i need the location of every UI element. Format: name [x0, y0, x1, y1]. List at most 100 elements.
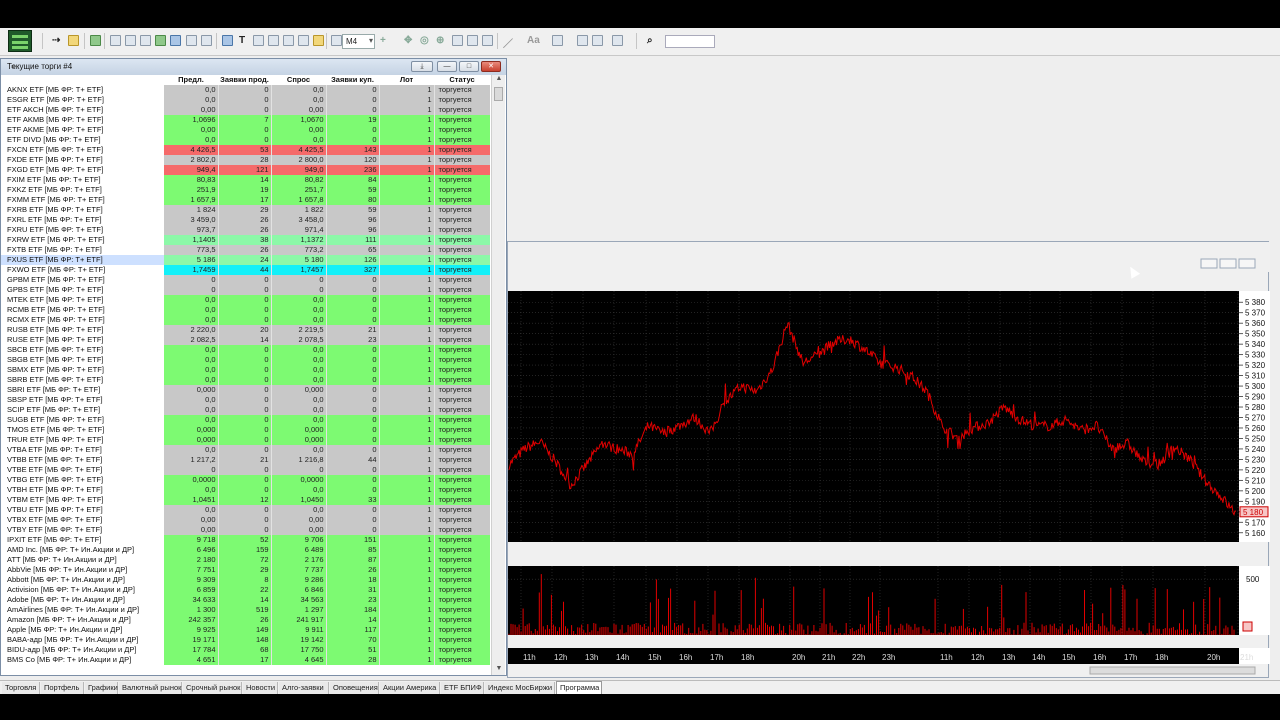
cell-status[interactable]: торгуется	[434, 375, 490, 385]
col-header[interactable]: Лот	[379, 75, 434, 85]
export-icon[interactable]	[186, 35, 197, 46]
cell-ask[interactable]: 0,000	[271, 425, 327, 435]
cell-buy[interactable]: 18	[326, 575, 380, 585]
cell-status[interactable]: торгуется	[434, 385, 490, 395]
cell-ask[interactable]: 1 216,8	[271, 455, 327, 465]
table-row[interactable]: ETF AKMB [МБ ФР: T+ ETF] 1,0696 7 1,0670 19 1…	[1, 115, 490, 125]
cell-lot[interactable]: 1	[379, 525, 435, 535]
cell-lot[interactable]: 1	[379, 275, 435, 285]
table-row[interactable]: FXGD ETF [МБ ФР: T+ ETF] 949,4 121 949,0 236…	[1, 165, 490, 175]
cell-bid[interactable]: 1 824	[164, 205, 219, 215]
cell-ask[interactable]: 0,00	[271, 525, 327, 535]
cell-sell[interactable]: 29	[218, 205, 272, 215]
horizontal-scroll-thumb[interactable]	[1089, 666, 1256, 675]
zoom-icon[interactable]	[170, 35, 181, 46]
cell-buy[interactable]: 0	[326, 275, 380, 285]
table-row[interactable]: FXKZ ETF [МБ ФР: T+ ETF] 251,9 19 251,7 59 1 т…	[1, 185, 490, 195]
pin-icon[interactable]: ⤓	[411, 61, 433, 72]
hand-icon[interactable]	[253, 35, 264, 46]
cell-sell[interactable]: 0	[218, 505, 272, 515]
cell-buy[interactable]: 23	[326, 335, 380, 345]
cell-lot[interactable]: 1	[379, 395, 435, 405]
cell-sell[interactable]: 26	[218, 615, 272, 625]
cell-status[interactable]: торгуется	[434, 565, 490, 575]
cell-buy[interactable]: 0	[326, 415, 380, 425]
cell-buy[interactable]: 0	[326, 305, 380, 315]
font-icon[interactable]: Aa	[527, 35, 540, 46]
cell-sell[interactable]: 0	[218, 375, 272, 385]
quotes-icon[interactable]	[125, 35, 136, 46]
cell-sell[interactable]: 26	[218, 215, 272, 225]
cell-bid[interactable]: 1,7459	[164, 265, 219, 275]
cell-buy[interactable]: 184	[326, 605, 380, 615]
cell-ask[interactable]: 0,000	[271, 385, 327, 395]
scroll-down-icon[interactable]: ▼	[492, 665, 506, 675]
cell-status[interactable]: торгуется	[434, 525, 490, 535]
bars-icon[interactable]	[331, 35, 342, 46]
cell-ask[interactable]: 0,0	[271, 505, 327, 515]
cell-buy[interactable]: 80	[326, 195, 380, 205]
interval-select[interactable]: M4	[342, 34, 375, 49]
tab[interactable]: Срочный рынок	[183, 682, 242, 694]
cell-ask[interactable]: 0,0	[271, 415, 327, 425]
cell-status[interactable]: торгуется	[434, 605, 490, 615]
cell-buy[interactable]: 96	[326, 225, 380, 235]
instrument-name[interactable]: RCMB ETF [МБ ФР: T+ ETF]	[1, 305, 164, 315]
cell-sell[interactable]: 19	[218, 185, 272, 195]
cursor-icon[interactable]	[268, 35, 279, 46]
cell-buy[interactable]: 0	[326, 355, 380, 365]
cell-ask[interactable]: 0,00	[271, 515, 327, 525]
target-icon[interactable]: ⊕	[436, 35, 444, 46]
orders-icon[interactable]	[140, 35, 151, 46]
cell-status[interactable]: торгуется	[434, 435, 490, 445]
cell-buy[interactable]: 14	[326, 615, 380, 625]
scroll-up-icon[interactable]: ▲	[492, 75, 506, 85]
cell-buy[interactable]: 236	[326, 165, 380, 175]
table-row[interactable]: AmAirlines [МБ ФР: T+ Ин.Акции и ДР] 1 30…	[1, 605, 490, 615]
cell-buy[interactable]: 0	[326, 465, 380, 475]
instrument-name[interactable]: FXRU ETF [МБ ФР: T+ ETF]	[1, 225, 164, 235]
cell-ask[interactable]: 0,0	[271, 445, 327, 455]
cell-status[interactable]: торгуется	[434, 295, 490, 305]
cell-sell[interactable]: 24	[218, 255, 272, 265]
cell-bid[interactable]: 251,9	[164, 185, 219, 195]
cell-status[interactable]: торгуется	[434, 265, 490, 275]
cell-bid[interactable]: 9 925	[164, 625, 219, 635]
table-row[interactable]: RCMB ETF [МБ ФР: T+ ETF] 0,0 0 0,0 0 1 торгует…	[1, 305, 490, 315]
cell-buy[interactable]: 31	[326, 585, 380, 595]
line-tool-icon[interactable]: ／	[503, 35, 513, 50]
instrument-name[interactable]: VTBG ETF [МБ ФР: T+ ETF]	[1, 475, 164, 485]
cell-ask[interactable]: 0,00	[271, 125, 327, 135]
cell-sell[interactable]: 519	[218, 605, 272, 615]
cell-ask[interactable]: 0,00	[271, 105, 327, 115]
cell-ask[interactable]: 0,0	[271, 405, 327, 415]
table-row[interactable]: Abbott [МБ ФР: T+ Ин.Акции и ДР] 9 309 8 9 …	[1, 575, 490, 585]
cell-bid[interactable]: 0	[164, 465, 219, 475]
tab[interactable]: Акции Америка	[380, 682, 440, 694]
cell-lot[interactable]: 1	[379, 625, 435, 635]
cell-ask[interactable]: 2 800,0	[271, 155, 327, 165]
col-header[interactable]: Спрос	[271, 75, 326, 85]
cell-lot[interactable]: 1	[379, 145, 435, 155]
cell-sell[interactable]: 7	[218, 115, 272, 125]
table-row[interactable]: VTBM ETF [МБ ФР: T+ ETF] 1,0451 12 1,0450 33…	[1, 495, 490, 505]
cell-ask[interactable]: 971,4	[271, 225, 327, 235]
cell-sell[interactable]: 0	[218, 415, 272, 425]
table-row[interactable]: BMS Co [МБ ФР: T+ Ин.Акции и ДР] 4 651 17 4…	[1, 655, 490, 665]
cell-lot[interactable]: 1	[379, 335, 435, 345]
cell-sell[interactable]: 0	[218, 125, 272, 135]
cell-status[interactable]: торгуется	[434, 425, 490, 435]
cell-buy[interactable]: 0	[326, 365, 380, 375]
cell-ask[interactable]: 949,0	[271, 165, 327, 175]
cell-bid[interactable]: 0,0	[164, 355, 219, 365]
instrument-name[interactable]: FXUS ETF [МБ ФР: T+ ETF]	[1, 255, 164, 265]
instrument-name[interactable]: FXTB ETF [МБ ФР: T+ ETF]	[1, 245, 164, 255]
cell-sell[interactable]: 28	[218, 155, 272, 165]
cell-lot[interactable]: 1	[379, 435, 435, 445]
table-row[interactable]: SCIP ETF [МБ ФР: T+ ETF] 0,0 0 0,0 0 1 торгует…	[1, 405, 490, 415]
table-row[interactable]: VTBG ETF [МБ ФР: T+ ETF] 0,0000 0 0,0000 0 1 т…	[1, 475, 490, 485]
cell-status[interactable]: торгуется	[434, 245, 490, 255]
cell-ask[interactable]: 3 458,0	[271, 215, 327, 225]
cell-ask[interactable]: 34 563	[271, 595, 327, 605]
cell-lot[interactable]: 1	[379, 575, 435, 585]
